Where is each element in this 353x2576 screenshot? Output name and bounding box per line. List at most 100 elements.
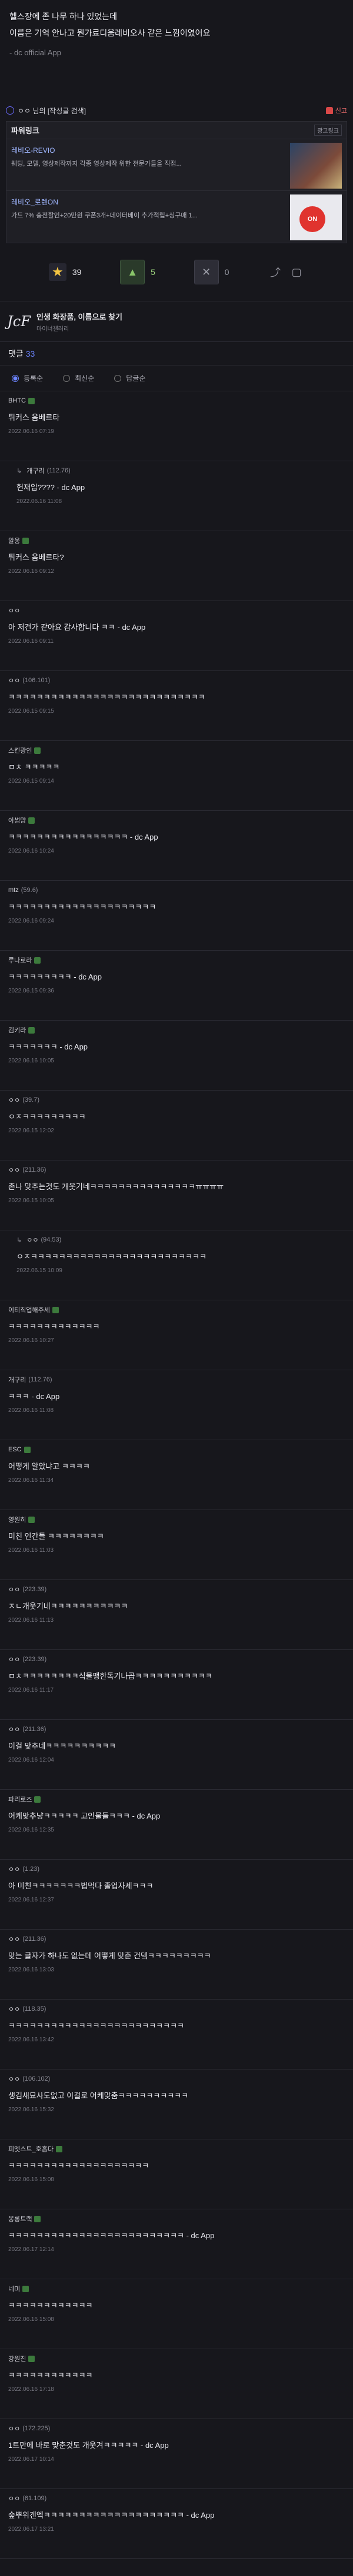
comment-nickname[interactable]: ㅇㅇ xyxy=(8,1934,20,1944)
reply-comment[interactable]: ↳ ㅇㅇ (94.53) ㅇㅈㅋㅋㅋㅋㅋㅋㅋㅋㅋㅋㅋㅋㅋㅋㅋㅋㅋㅋㅋㅋㅋㅋㅋㅋㅋ 202… xyxy=(0,1230,353,1300)
comment-author[interactable]: ㅇㅇ (211.36) xyxy=(8,1934,345,1944)
comment-nickname[interactable]: ㅇㅇ xyxy=(8,1585,20,1594)
comment-nickname[interactable]: 이티직업해주세 xyxy=(8,1305,50,1314)
star-icon[interactable]: ★ xyxy=(48,263,66,281)
comment-author[interactable]: BHTC xyxy=(8,396,345,405)
gallog-icon[interactable] xyxy=(28,1516,35,1523)
comment[interactable]: ㅇㅇ (106.102) 생김새묘사도없고 이걸로 어케맞춤ㅋㅋㅋㅋㅋㅋㅋㅋㅋㅋ 20… xyxy=(0,2069,353,2139)
gallog-icon[interactable] xyxy=(34,2215,41,2222)
gallog-icon[interactable] xyxy=(34,747,41,754)
comment[interactable]: 스킨광인 ㅁㅊ ㅋㅋㅋㅋㅋ 2022.06.15 09:14 xyxy=(0,741,353,811)
comment-author[interactable]: 파리로즈 xyxy=(8,1795,345,1804)
comment-author[interactable]: ㅇㅇ (223.39) xyxy=(8,1655,345,1664)
comment-author[interactable]: 이티직업해주세 xyxy=(8,1305,345,1314)
gallog-icon[interactable] xyxy=(34,1796,41,1803)
user-search-link[interactable]: ㅇㅇ 님의 [작성글 검색] xyxy=(18,106,86,116)
comment-nickname[interactable]: 루나로라 xyxy=(8,955,32,965)
comment[interactable]: ESC 어떻게 알았냐고 ㅋㅋㅋㅋ 2022.06.16 11:34 xyxy=(0,1440,353,1510)
comment-nickname[interactable]: ㅇㅇ xyxy=(8,1864,20,1874)
comment[interactable]: 강원진 ㅋㅋㅋㅋㅋㅋㅋㅋㅋㅋㅋㅋ 2022.06.16 17:18 xyxy=(0,2349,353,2419)
comment-nickname[interactable]: ㅇㅇ xyxy=(8,676,20,685)
comment-author[interactable]: ㅇㅇ (61.109) xyxy=(8,2494,345,2503)
comment[interactable]: 몽롱트랙 ㅋㅋㅋㅋㅋㅋㅋㅋㅋㅋㅋㅋㅋㅋㅋㅋㅋㅋㅋㅋㅋㅋㅋㅋㅋ - dc App 20… xyxy=(0,2209,353,2279)
comment-nickname[interactable]: 파리로즈 xyxy=(8,1795,32,1804)
comment-author[interactable]: ㅇㅇ (211.36) xyxy=(8,1165,345,1175)
comment[interactable]: 피엣스트_호흡다 ㅋㅋㅋㅋㅋㅋㅋㅋㅋㅋㅋㅋㅋㅋㅋㅋㅋㅋㅋㅋ 2022.06.16 1… xyxy=(0,2139,353,2209)
comment[interactable]: 김키라 ㅋㅋㅋㅋㅋㅋㅋ - dc App 2022.06.16 10:05 xyxy=(0,1021,353,1091)
comment-author[interactable]: 네미 xyxy=(8,2284,345,2293)
gallog-icon[interactable] xyxy=(55,2145,62,2152)
gallog-icon[interactable] xyxy=(34,957,41,964)
comment-author[interactable]: mtz (59.6) xyxy=(8,886,345,895)
comment-author[interactable]: 개구리 (112.76) xyxy=(8,1375,345,1384)
comment-nickname[interactable]: 강원진 xyxy=(8,2354,26,2363)
comment-author[interactable]: 루나로라 xyxy=(8,955,345,965)
comment-author[interactable]: 스킨광인 xyxy=(8,746,345,755)
comment-nickname[interactable]: 개구리 xyxy=(8,1375,26,1384)
gallog-icon[interactable] xyxy=(28,817,35,824)
comment-nickname[interactable]: BHTC xyxy=(8,397,26,404)
comment-nickname[interactable]: 네미 xyxy=(8,2284,20,2293)
gallog-icon[interactable] xyxy=(28,397,35,404)
comment-author[interactable]: ㅇㅇ (1.23) xyxy=(8,1864,345,1874)
comment-nickname[interactable]: ESC xyxy=(8,1446,22,1453)
sort-option-registered[interactable]: 등록순 xyxy=(12,373,43,383)
comment-author[interactable]: ESC xyxy=(8,1445,345,1454)
comment-nickname[interactable]: 스킨광인 xyxy=(8,746,32,755)
comment[interactable]: ㅇㅇ (61.109) 숲뿌위겐엑ㅋㅋㅋㅋㅋㅋㅋㅋㅋㅋㅋㅋㅋㅋㅋㅋㅋㅋㅋㅋ - dc… xyxy=(0,2489,353,2559)
comment[interactable]: 영원히 미친 인간들 ㅋㅋㅋㅋㅋㅋㅋㅋ 2022.06.16 11:03 xyxy=(0,1510,353,1580)
gallog-icon[interactable] xyxy=(24,1446,31,1453)
comment[interactable]: 개구리 (112.76) ㅋㅋㅋ - dc App 2022.06.16 11:08 xyxy=(0,1370,353,1440)
comment-nickname[interactable]: 피엣스트_호흡다 xyxy=(8,2144,54,2154)
comment[interactable]: ㅇㅇ 아 저건가 같아요 감사합니다 ㅋㅋ - dc App 2022.06.16 … xyxy=(0,601,353,671)
gallog-icon[interactable] xyxy=(52,1306,59,1313)
comment-author[interactable]: 아썸맘 xyxy=(8,816,345,825)
comment[interactable]: BHTC 튀커스 옴베르타 2022.06.16 07:19 xyxy=(0,391,353,461)
gallog-icon[interactable] xyxy=(22,2285,29,2292)
comment-nickname[interactable]: ㅇㅇ xyxy=(8,2494,20,2503)
comment-author[interactable]: ㅇㅇ (172.225) xyxy=(8,2424,345,2433)
comment-nickname[interactable]: 알옹 xyxy=(8,536,20,545)
comment[interactable]: ㅇㅇ (223.39) ㅁㅊㅋㅋㅋㅋㅋㅋㅋㅋ식물맹한독기나곱ㅋㅋㅋㅋㅋㅋㅋㅋㅋㅋㅋ 2… xyxy=(0,1650,353,1720)
comment-author[interactable]: 알옹 xyxy=(8,536,345,545)
comment-author[interactable]: ㅇㅇ (106.102) xyxy=(8,2074,345,2084)
comment[interactable]: 파리로즈 어케맞추냥ㅋㅋㅋㅋㅋ 고인물들ㅋㅋㅋ - dc App 2022.06.1… xyxy=(0,1790,353,1860)
comment-author[interactable]: ㅇㅇ (118.35) xyxy=(8,2004,345,2014)
comment-author[interactable]: 강원진 xyxy=(8,2354,345,2363)
comment-author[interactable]: ↳ ㅇㅇ (94.53) xyxy=(16,1235,345,1245)
upvote-button[interactable]: ▲ xyxy=(120,260,145,284)
comment[interactable]: ㅇㅇ (106.101) ㅋㅋㅋㅋㅋㅋㅋㅋㅋㅋㅋㅋㅋㅋㅋㅋㅋㅋㅋㅋㅋㅋㅋㅋㅋㅋㅋㅋ 2… xyxy=(0,671,353,741)
gallog-icon[interactable] xyxy=(28,1027,35,1034)
comment-author[interactable]: 몽롱트랙 xyxy=(8,2214,345,2223)
ad-item[interactable]: 레비오-REVIO 웨딩, 모델, 영상제작까지 각종 영상제작 위한 전문가들… xyxy=(6,139,347,191)
downvote-button[interactable]: ✕ xyxy=(194,260,219,284)
comment-author[interactable]: 피엣스트_호흡다 xyxy=(8,2144,345,2154)
comment[interactable]: ㅇㅇ (118.35) ㅋㅋㅋㅋㅋㅋㅋㅋㅋㅋㅋㅋㅋㅋㅋㅋㅋㅋㅋㅋㅋㅋㅋㅋㅋ 2022.… xyxy=(0,2000,353,2069)
comment[interactable]: 알옹 튀커스 옴베르타? 2022.06.16 09:12 xyxy=(0,531,353,601)
gallery-name[interactable]: 인생 화장품, 이름으로 찾기 xyxy=(36,311,122,322)
report-button[interactable]: 신고 xyxy=(325,106,347,115)
comment[interactable]: 아썸맘 ㅋㅋㅋㅋㅋㅋㅋㅋㅋㅋㅋㅋㅋㅋㅋㅋㅋ - dc App 2022.06.16 … xyxy=(0,811,353,881)
ad-thumbnail[interactable]: ON xyxy=(290,194,342,240)
comment-author[interactable]: ㅇㅇ xyxy=(8,606,345,615)
comment-nickname[interactable]: ㅇㅇ xyxy=(8,1095,20,1105)
gallery-bar[interactable]: JcF 인생 화장품, 이름으로 찾기 마이너갤러리 xyxy=(0,301,353,342)
comment-author[interactable]: ㅇㅇ (106.101) xyxy=(8,676,345,685)
comment-nickname[interactable]: mtz xyxy=(8,887,19,894)
comment-author[interactable]: ㅇㅇ (39.7) xyxy=(8,1095,345,1105)
comment-author[interactable]: ㅇㅇ (223.39) xyxy=(8,1585,345,1594)
sort-option-latest[interactable]: 최신순 xyxy=(63,373,94,383)
comment-nickname[interactable]: ㅇㅇ xyxy=(8,1165,20,1175)
gallog-icon[interactable] xyxy=(28,2355,35,2362)
comment-author[interactable]: ↳ 개구리 (112.76) xyxy=(16,466,345,475)
ad-title[interactable]: 레비오-REVIO xyxy=(11,145,285,155)
ad-item[interactable]: 레비오_로렌ON 가드 7% 충전할인+20만원 쿠폰3개+데이터베이 추가적립… xyxy=(6,191,347,243)
comment[interactable]: mtz (59.6) ㅋㅋㅋㅋㅋㅋㅋㅋㅋㅋㅋㅋㅋㅋㅋㅋㅋㅋㅋㅋㅋ 2022.06.16… xyxy=(0,881,353,951)
comment-nickname[interactable]: 김키라 xyxy=(8,1025,26,1035)
comment-nickname[interactable]: 개구리 xyxy=(26,466,44,475)
comment-nickname[interactable]: 영원히 xyxy=(8,1515,26,1524)
comment[interactable]: ㅇㅇ (39.7) ㅇㅈㅋㅋㅋㅋㅋㅋㅋㅋㅋ 2022.06.15 12:02 xyxy=(0,1091,353,1160)
comment-nickname[interactable]: ㅇㅇ xyxy=(8,2074,20,2084)
comment-nickname[interactable]: ㅇㅇ xyxy=(26,1235,38,1245)
share-icon[interactable]: ⤴ xyxy=(268,264,283,280)
